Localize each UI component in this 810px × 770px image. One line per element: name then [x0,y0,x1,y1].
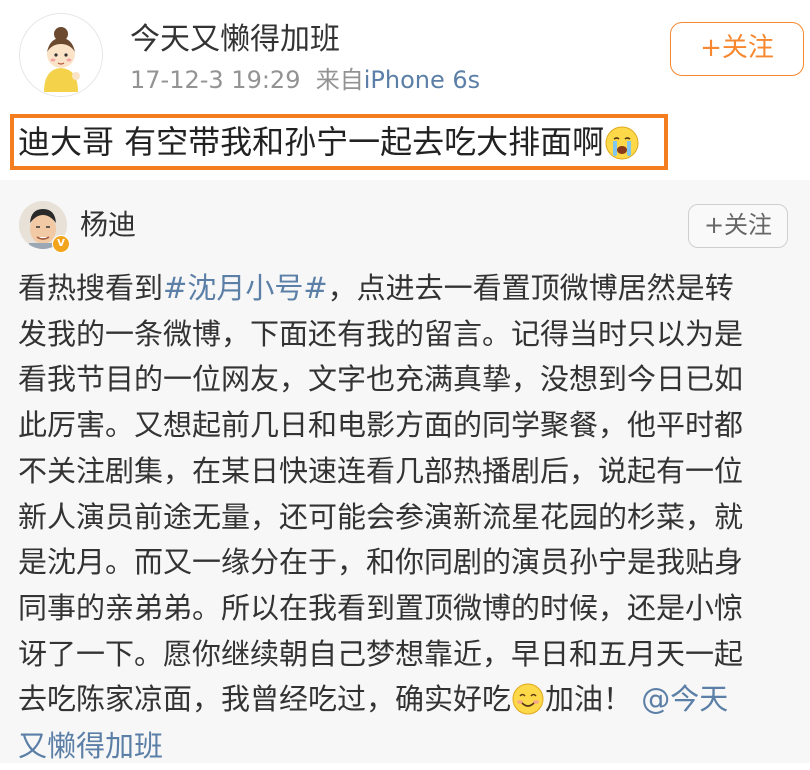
follow-button[interactable]: +关注 [670,22,804,76]
reposted-weibo[interactable]: V 杨迪 +关注 看热搜看到#沈月小号#，点进去一看置顶微博居然是转 发我的一条… [0,180,810,763]
cartoon-girl-avatar-icon [20,14,102,96]
post-author-name[interactable]: 今天又懒得加班 [130,20,340,60]
post-source-prefix: 来自 [315,66,364,94]
post-text: 迪大哥 有空带我和孙宁一起去吃大排面啊 [18,118,640,168]
post-date: 17-12-3 19:29 [130,66,301,94]
crying-face-emoji-icon [604,120,640,168]
post-source-device: iPhone 6s [363,66,481,94]
repost-author-name[interactable]: 杨迪 [80,206,136,244]
repost-follow-button[interactable]: +关注 [688,204,788,248]
mention-link-continued[interactable]: 又懒得加班 [18,729,163,763]
text-line: 此厉害。又想起前几日和电影方面的同学聚餐，他平时都 [18,408,744,443]
text-line: 是沈月。而又一缘分在于，和你同剧的演员孙宁是我贴身 [18,545,744,580]
text-line: 去吃陈家凉面，我曾经吃过，确实好吃 加油！ @今天 [18,677,798,724]
text-line: 新人演员前途无量，还可能会参演新流星花园的杉菜，就 [18,499,744,534]
text-line: 发我的一条微博，下面还有我的留言。记得当时只以为是 [18,316,744,351]
post-meta: 17-12-3 19:29 来自iPhone 6s [130,64,480,96]
mention-link[interactable]: @今天 [641,682,728,716]
smiling-face-emoji-icon [511,678,545,724]
repost-text: 看热搜看到#沈月小号#，点进去一看置顶微博居然是转 发我的一条微博，下面还有我的… [18,266,798,770]
text-line: 不关注剧集，在某日快速连看几部热播剧后，说起有一位 [18,453,744,488]
text-line: 看热搜看到#沈月小号#，点进去一看置顶微博居然是转 [18,271,734,305]
repost-author-avatar[interactable]: V [19,201,70,253]
text-line: 同事的亲弟弟。所以在我看到置顶微博的时候，还是小惊 [18,590,744,625]
text-line: 看我节目的一位网友，文字也充满真挚，没想到今日已如 [18,362,744,397]
weibo-post: 今天又懒得加班 17-12-3 19:29 来自iPhone 6s +关注 迪大… [0,0,810,180]
text-line: 又懒得加班 [18,724,798,770]
post-text-content: 迪大哥 有空带我和孙宁一起去吃大排面啊 [18,123,605,161]
hashtag-link[interactable]: #沈月小号# [163,271,328,305]
author-avatar[interactable] [19,13,103,97]
verified-badge-icon: V [52,235,70,253]
text-line: 讶了一下。愿你继续朝自己梦想靠近，早日和五月天一起 [18,636,744,671]
